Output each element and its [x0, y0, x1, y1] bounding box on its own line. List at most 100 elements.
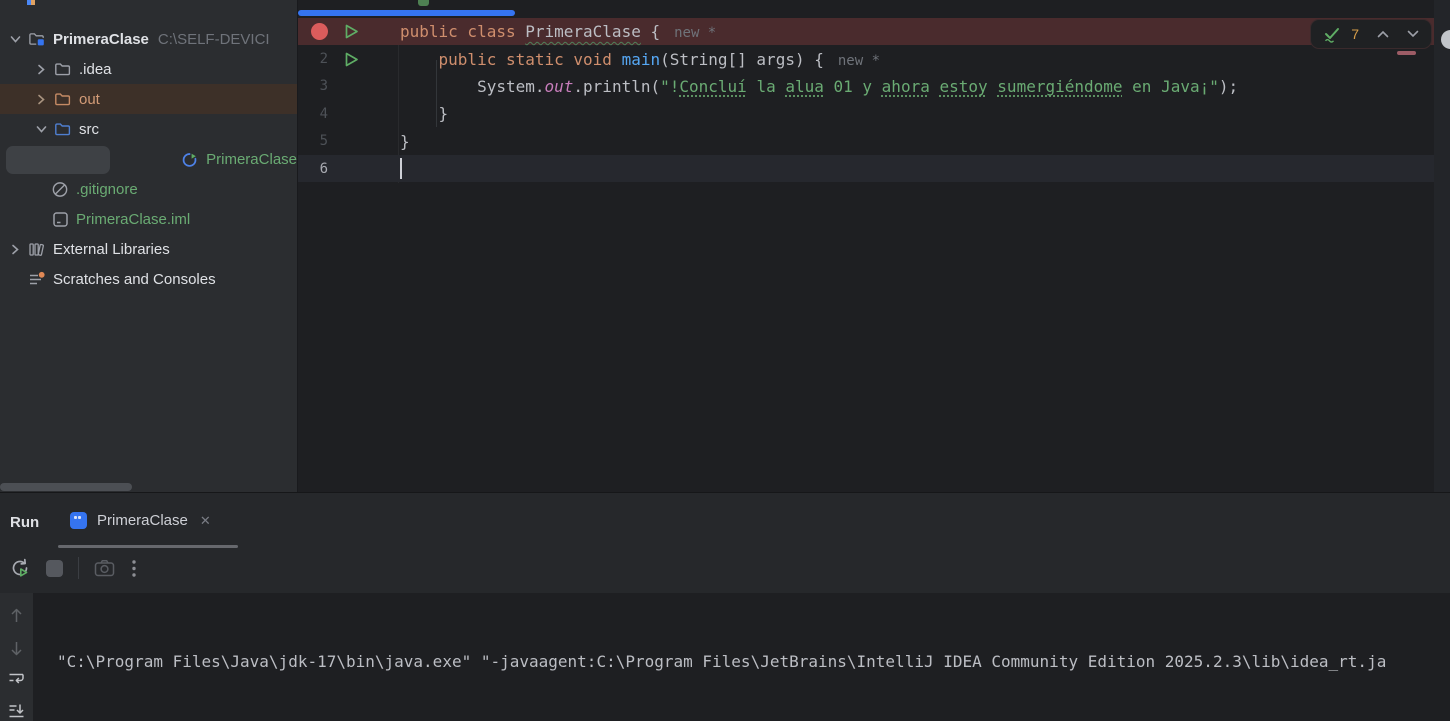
editor-line-6[interactable]: 6 [298, 154, 1434, 183]
screenshot-icon[interactable] [94, 559, 115, 577]
tree-row-gitignore[interactable]: .gitignore [0, 174, 297, 204]
run-line-icon[interactable] [343, 51, 361, 68]
close-icon[interactable]: ✕ [200, 513, 211, 529]
more-options-icon[interactable] [132, 559, 136, 577]
code-token: out [544, 76, 574, 96]
stop-icon[interactable] [46, 559, 63, 577]
console-output: "C:\Program Files\Java\jdk-17\bin\java.e… [57, 594, 1386, 721]
rerun-icon[interactable] [9, 557, 31, 579]
code-text: } [400, 104, 449, 123]
code-text: } [400, 132, 410, 151]
tree-row-primeraclase[interactable]: PrimeraClase [0, 144, 297, 174]
warning-count: 7 [1351, 26, 1359, 42]
editor-line-5[interactable]: 5 } [298, 128, 1434, 155]
console-tab-icon [70, 512, 87, 529]
editor-line-1[interactable]: public class PrimeraClase { new * [298, 18, 1434, 46]
tree-row-scratches[interactable]: Scratches and Consoles [0, 264, 297, 294]
tree-item-label: External Libraries [53, 240, 170, 258]
code-token: ); [1218, 76, 1239, 96]
tree-item-label: out [79, 90, 100, 108]
project-tree-panel: PrimeraClase C:\SELF-DEVICI .idea out sr… [0, 0, 298, 492]
code-text [400, 158, 402, 180]
code-token: ahora [881, 76, 930, 96]
code-token: { [640, 22, 661, 42]
code-token: "! [660, 76, 680, 96]
code-token: PrimeraClase [525, 22, 641, 42]
run-class-icon [181, 150, 199, 169]
clipped-toolbar-icon [31, 0, 35, 5]
code-token: } [400, 131, 410, 151]
code-lines: public class PrimeraClase { new * 2 publi… [298, 18, 1434, 183]
inspections-widget[interactable]: 7 [1311, 20, 1431, 48]
tree-item-label: Scratches and Consoles [53, 270, 216, 288]
run-panel-title: Run [10, 514, 40, 531]
tree-item-label: PrimeraClase [206, 150, 297, 168]
editor-line-4[interactable]: 4 } [298, 100, 1434, 127]
breakpoint-slot[interactable] [300, 23, 328, 41]
line-number: 6 [319, 160, 328, 177]
ide-window: PrimeraClase C:\SELF-DEVICI .idea out sr… [0, 0, 1450, 721]
selection-highlight [6, 146, 111, 174]
tree-item-label: .gitignore [76, 180, 138, 198]
toolbar-separator [78, 557, 79, 579]
scroll-to-end-icon[interactable] [8, 703, 26, 720]
chevron-collapsed-icon[interactable] [8, 244, 22, 255]
line-number: 3 [319, 78, 328, 95]
tree-row-external-libraries[interactable]: External Libraries [0, 234, 297, 264]
inlay-hint: new * [674, 25, 717, 42]
line-number: 5 [319, 133, 328, 150]
folder-icon [54, 61, 72, 78]
editor-line-2[interactable]: 2 public static void main(String[] args)… [298, 45, 1434, 72]
external-libraries-icon [28, 241, 46, 258]
clipped-editor-tab-icon [418, 0, 429, 6]
tree-row-idea[interactable]: .idea [0, 54, 297, 84]
error-stripe-mark[interactable] [1397, 51, 1416, 55]
scroll-up-icon[interactable] [8, 606, 25, 624]
code-token: public class [400, 22, 526, 42]
code-token: Concluí [679, 76, 747, 96]
soft-wrap-icon[interactable] [8, 671, 26, 687]
prev-highlight-icon[interactable] [1377, 30, 1389, 38]
text-caret [400, 158, 402, 180]
tree-row-project-root[interactable]: PrimeraClase C:\SELF-DEVICI [0, 24, 297, 54]
code-token: alua [785, 76, 824, 96]
code-token: estoy [939, 76, 988, 96]
active-tab-indicator [58, 545, 238, 548]
console-line: "C:\Program Files\Java\jdk-17\bin\java.e… [57, 652, 1387, 671]
project-root-label: PrimeraClase [53, 30, 149, 48]
run-tab-primeraclase[interactable]: PrimeraClase ✕ [70, 512, 211, 529]
project-folder-icon [28, 30, 46, 48]
code-text: System.out.println("!Concluí la alua 01 … [400, 77, 1238, 96]
horizontal-scrollbar[interactable] [0, 483, 132, 491]
tree-row-iml[interactable]: PrimeraClase.iml [0, 204, 297, 234]
chevron-expanded-icon[interactable] [34, 125, 48, 133]
run-tool-window: Run PrimeraClase ✕ "C:\Program Files\Jav… [0, 492, 1450, 721]
run-line-icon[interactable] [343, 23, 361, 40]
chevron-expanded-icon[interactable] [8, 35, 22, 43]
code-token: la [746, 76, 786, 96]
code-token: en Java¡" [1122, 76, 1219, 96]
tree-item-label: PrimeraClase.iml [76, 210, 191, 228]
folder-icon [54, 121, 72, 138]
ignored-file-icon [51, 180, 69, 199]
tree-row-out[interactable]: out [0, 84, 297, 114]
scroll-down-icon[interactable] [8, 640, 25, 658]
line-number: 2 [319, 51, 328, 68]
console-toolbar [0, 593, 33, 721]
inlay-hint: new * [837, 52, 881, 69]
run-tab-label: PrimeraClase [97, 512, 188, 529]
next-highlight-icon[interactable] [1407, 30, 1419, 38]
chevron-collapsed-icon[interactable] [34, 64, 48, 75]
code-token: .println( [573, 76, 661, 96]
tree-item-label: .idea [79, 60, 112, 78]
editor-line-3[interactable]: 3 System.out.println("!Concluí la alua 0… [298, 73, 1434, 100]
run-console: "C:\Program Files\Java\jdk-17\bin\java.e… [0, 593, 1450, 721]
editor-scrollbar-strip[interactable] [1434, 0, 1450, 492]
tree-item-label: src [79, 120, 99, 138]
tree-row-src[interactable]: src [0, 114, 297, 144]
code-text: public class PrimeraClase { new * [400, 22, 716, 41]
breakpoint-icon[interactable] [311, 23, 328, 41]
chevron-collapsed-icon[interactable] [34, 94, 48, 105]
module-file-icon [51, 211, 69, 228]
